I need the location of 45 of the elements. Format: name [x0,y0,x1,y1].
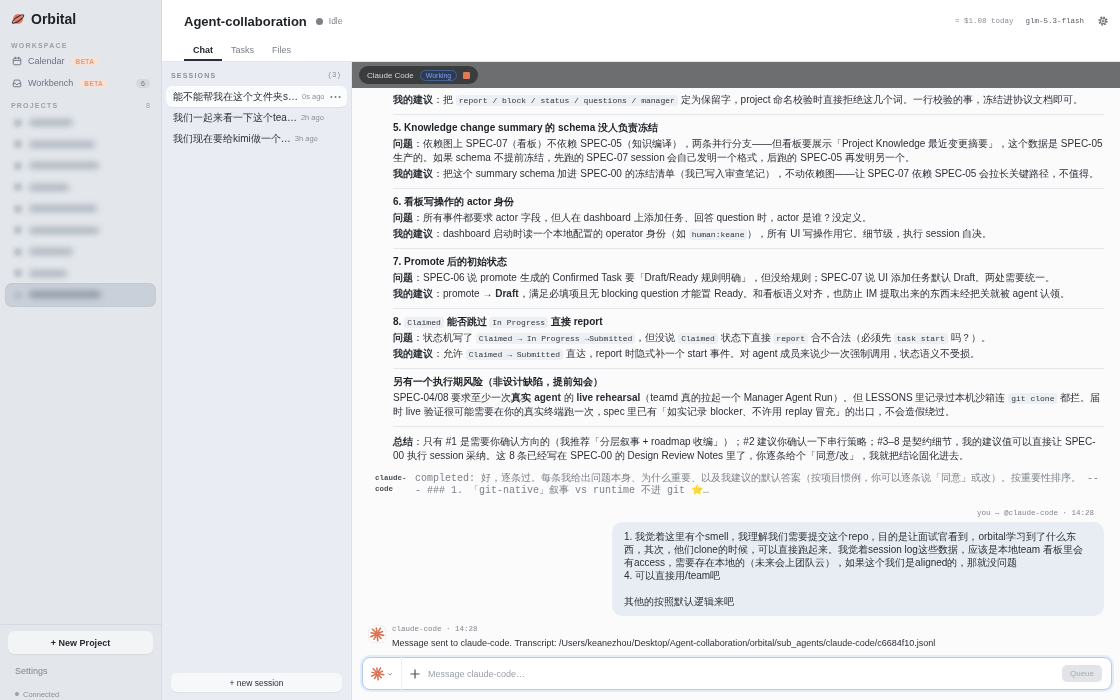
new-session-button[interactable]: + new session [171,673,342,692]
message-paragraph: 我的建议：把这个 summary schema 加进 SPEC-00 的冻结清单（我已写入审查笔记），不动依赖图——让 SPEC-07 依赖 SPEC-05 会拉长关键路径，不值得。 [393,167,1101,181]
asterisk-icon [370,666,385,681]
message-paragraph: 问题：SPEC-06 说 promote 生成的 Confirmed Task 要「Draft/Ready 规则明确」，但没给规则；SPEC-07 说 UI 添加任务默认 Draft。两处需要统一。 [393,271,1057,285]
message-text: Message sent to claude-code. Transcript: /Users/keanezhou/Desktop/Agent-collaboration/orbital/sub_agents/claude-code/c6684f10.jsonl [392,637,936,649]
message-paragraph: 问题：状态机写了 Claimed → In Progress →Submitted ，但没说 Claimed 状态下直接 report 合不合法（必须先 task start 吗？）。 [393,331,992,345]
message-text: 4. 可以直接用/team吧 [624,569,722,582]
message-paragraph: 问题：所有事件都要求 actor 字段，但人在 dashboard 上添加任务、回答 question 时，actor 是谁？没定义。 [393,211,873,225]
caret-icon [387,670,393,677]
new-project-button[interactable]: + New Project [8,631,153,654]
project-title: Agent-collaboration [184,13,307,29]
message-paragraph: 我的建议：把 report / block / status / questions / manager 定为保留字，project 命名校验时直接拒绝这几个词。一行校验的事，冻结进协议文档即可。 [393,93,1085,107]
section-heading: 6. 看板写操作的 actor 身份 [393,195,516,209]
message-paragraph: 总结：只有 #1 是需要你确认方向的（我推荐「分层叙事 + roadmap 收编」）；#2 建议你确认一下串行策略；#3–8 是契约细节，我的建议值可以直接让 SPEC-00 执行 session 采纳。这 8 条已经写在 SPEC-00 的 Design Review Notes 里了，你逐条给个「同意/改」，我就把结论固化进去。 [393,435,1097,463]
calendar-icon [12,56,22,66]
blurred-project-item[interactable] [6,284,155,306]
stop-icon[interactable] [463,71,471,79]
planet-icon [11,12,25,26]
message-paragraph: SPEC-04/08 要求至少一次真实 agent 的 live rehearsal（teamd 真的拉起一个 Manager Agent Run）。但 LESSONS 里记录过本机沙箱连 git clone 都拦。届时 live 验证很可能需要在你的真实终端跑一次，spec 里已有「如实记录 blocker、不许用 replay 冒充」的出口，不会造假绕过。 [393,391,1102,419]
status-dot-icon [15,692,19,696]
status-dot-icon [315,17,323,25]
more-icon[interactable] [330,94,341,99]
section-heading: 8. Claimed 能否跳过 In Progress 直接 report [393,315,604,329]
message-text: 1. 我觉着这里有个smell，我理解我们需要提交这个repo，目的是让面试官看到，orbital学习到了什么东西，其次，他们clone的时候，可以直接跑起来。我觉着session log这些数据，应该是本地team 看板里会有access，需要存在本地的（未来会上团队云），如果这个我们是aligned的，那就没问题 [624,530,1084,569]
plus-icon [410,668,420,679]
message-text: 其他的按照默认逻辑来吧 [624,595,735,608]
message-paragraph: 我的建议：允许 Claimed → Submitted 直达，report 时隐式补一个 start 事件。对 agent 成员来说少一次强制调用，状态语义不受损。 [393,347,982,361]
message-paragraph: 我的建议：promote → Draft，满足必填项且无 blocking question 才能置 Ready。和看板语义对齐，也防止 IM 提取出来的东西未经把关就被 agent 认领。 [393,287,1072,301]
section-heading: 5. Knowledge change summary 的 schema 没人负责冻结 [393,121,660,135]
asterisk-icon [369,626,385,642]
agent-picker[interactable] [370,666,393,681]
app-name: Orbital [31,12,77,26]
status-label: Idle [328,16,343,26]
section-heading: 7. Promote 后的初始状态 [393,255,509,269]
tab[interactable]: Tasks [222,40,263,61]
settings-icon[interactable] [1098,16,1108,26]
tab[interactable]: Files [263,40,301,61]
message-input[interactable]: Message claude-code… [428,666,1062,681]
agent-name: Claude Code [367,70,414,80]
tray-icon [12,78,22,88]
add-button[interactable] [410,668,420,679]
message-paragraph: 我的建议：dashboard 启动时读一个本地配置的 operator 身份（如 human:keane ），所有 UI 写操作用它。细节级，执行 session 自决。 [393,227,994,241]
tool-output-text: completed: 好，逐条过。每条我给出问题本身、为什么重要、以及我建议的默认答案（按项目惯例，你可以逐条说「同意」或改）。按重要性排序。 --- ### 1. 「git-native」叙事 vs runtime 不进 git ⭐… [415,473,1100,497]
section-heading: 另有一个执行期风险（非设计缺陷，提前知会） [393,375,604,389]
message-paragraph: 问题：依赖图上 SPEC-07（看板）不依赖 SPEC-05（知识编译），两条并行分支——但看板要展示「Project Knowledge 最近变更摘要」，这个数据是 SPEC-05 生产的。如果 schema 不提前冻结，先跑的 SPEC-07 session 会自己发明一个格式，后跑的 SPEC-05 再发明另一个。 [393,137,1104,165]
